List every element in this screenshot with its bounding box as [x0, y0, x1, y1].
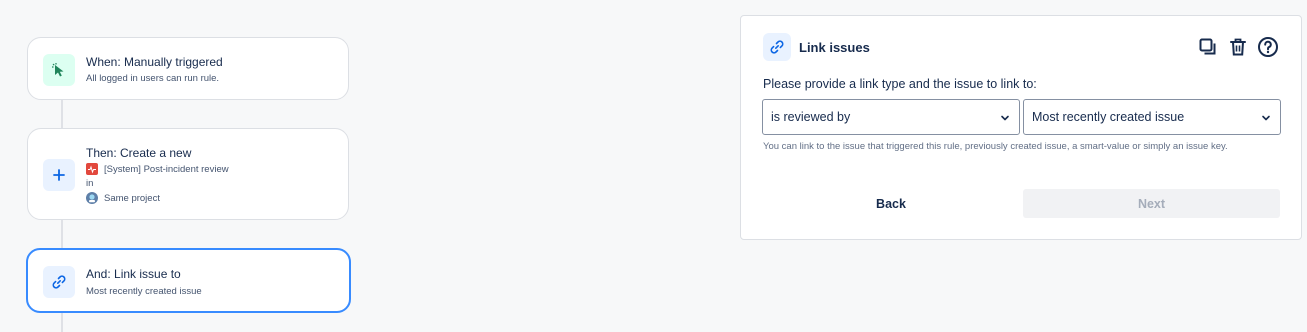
issue-select[interactable]: Most recently created issue	[1023, 99, 1281, 135]
next-button[interactable]: Next	[1023, 189, 1280, 218]
link-title: And: Link issue to	[86, 267, 181, 281]
post-incident-review-icon	[86, 163, 98, 175]
link-issues-panel: Link issues Please provide a link type a…	[740, 15, 1302, 240]
help-icon[interactable]	[1257, 36, 1279, 58]
flow-connector	[61, 220, 63, 248]
link-icon	[43, 266, 75, 298]
plus-icon	[43, 159, 75, 191]
link-subtitle: Most recently created issue	[86, 286, 202, 297]
help-text: You can link to the issue that triggered…	[763, 141, 1228, 152]
flow-connector	[61, 313, 63, 332]
trigger-node[interactable]: When: Manually triggered All logged in u…	[27, 37, 349, 100]
link-type-value: is reviewed by	[771, 110, 851, 124]
trigger-title: When: Manually triggered	[86, 55, 223, 69]
cursor-click-icon	[43, 54, 75, 86]
trigger-subtitle: All logged in users can run rule.	[86, 73, 220, 84]
panel-title: Link issues	[799, 40, 870, 55]
create-issue-type: [System] Post-incident review	[86, 163, 229, 175]
link-icon	[763, 33, 791, 61]
project-label: Same project	[104, 192, 160, 204]
create-title: Then: Create a new	[86, 146, 192, 160]
panel-actions	[1197, 36, 1279, 58]
link-node[interactable]: And: Link issue to Most recently created…	[26, 248, 351, 313]
trash-icon[interactable]	[1227, 36, 1249, 58]
panel-prompt: Please provide a link type and the issue…	[763, 77, 1037, 91]
create-project: Same project	[86, 192, 160, 204]
create-in-label: in	[86, 178, 94, 189]
flow-connector	[61, 100, 63, 128]
link-type-select[interactable]: is reviewed by	[762, 99, 1020, 135]
issue-value: Most recently created issue	[1032, 110, 1185, 124]
issue-type-label: [System] Post-incident review	[104, 163, 229, 175]
duplicate-icon[interactable]	[1197, 36, 1219, 58]
chevron-down-icon	[1261, 112, 1271, 126]
create-node[interactable]: Then: Create a new [System] Post-inciden…	[27, 128, 349, 220]
back-button[interactable]: Back	[763, 189, 1019, 218]
chevron-down-icon	[1000, 112, 1010, 126]
project-avatar-icon	[86, 192, 98, 204]
